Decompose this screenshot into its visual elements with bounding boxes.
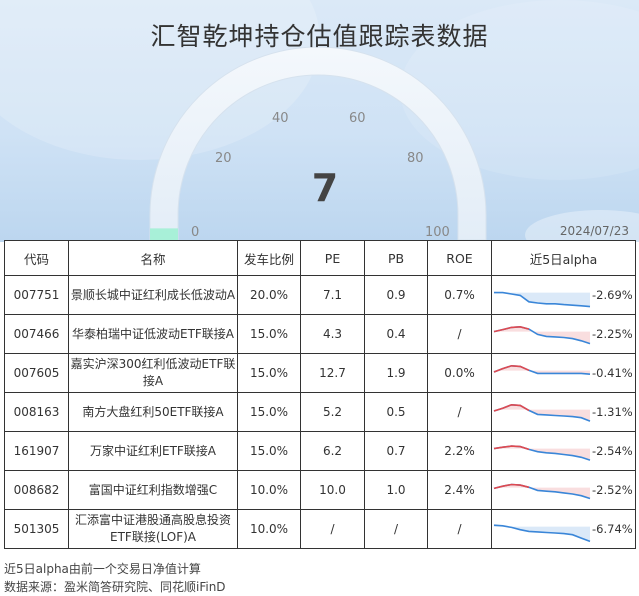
- cell-alpha: -1.31%: [491, 392, 636, 432]
- cell-ratio: 10.0%: [237, 470, 301, 510]
- header-name: 名称: [68, 240, 238, 276]
- cell-roe: 2.2%: [427, 431, 492, 471]
- alpha-sparkline: [493, 364, 591, 375]
- gauge-fill: [150, 228, 178, 240]
- cell-ratio: 15.0%: [237, 314, 301, 354]
- cell-pe: 4.3: [300, 314, 365, 354]
- table-row: 008163 南方大盘红利50ETF联接A 15.0% 5.2 0.5/ -1.31%: [4, 392, 636, 432]
- cell-code: 008163: [4, 392, 69, 432]
- cell-pb: 0.9: [364, 275, 428, 315]
- cell-code: 007605: [4, 353, 69, 393]
- cell-alpha: -2.54%: [491, 431, 636, 471]
- cell-pb: 1.9: [364, 353, 428, 393]
- cell-ratio: 15.0%: [237, 431, 301, 471]
- cell-code: 008682: [4, 470, 69, 510]
- cell-name: 嘉实沪深300红利低波动ETF联接A: [68, 353, 238, 393]
- gauge-panel: 汇智乾坤持仓估值跟踪表数据 0 20 40 60 80 100 7 2024/0…: [0, 0, 639, 242]
- data-source: 数据来源：盈米简答研究院、同花顺iFinD: [4, 580, 226, 594]
- cell-code: 007466: [4, 314, 69, 354]
- cell-roe: 0.0%: [427, 353, 492, 393]
- cell-code: 161907: [4, 431, 69, 471]
- date-label: 2024/07/23: [559, 224, 629, 238]
- table-row: 501305 汇添富中证港股通高股息投资ETF联接(LOF)A 10.0% / / / -6…: [4, 509, 636, 549]
- cell-name: 汇添富中证港股通高股息投资ETF联接(LOF)A: [68, 509, 238, 549]
- alpha-sparkline: [493, 483, 591, 500]
- footnote: 近5日alpha由前一个交易日净值计算: [4, 562, 201, 576]
- gauge-tick-20: 20: [215, 151, 232, 166]
- cell-code: 007751: [4, 275, 69, 315]
- gauge-tick-60: 60: [349, 111, 366, 126]
- alpha-value: -0.41%: [592, 366, 633, 380]
- cell-name: 南方大盘红利50ETF联接A: [68, 392, 238, 432]
- table-row: 161907 万家中证红利ETF联接A 15.0% 6.2 0.7 2.2% -2.54%: [4, 431, 636, 471]
- alpha-sparkline-area: [494, 292, 590, 307]
- cell-pb: 0.7: [364, 431, 428, 471]
- gauge-tick-80: 80: [407, 151, 424, 166]
- cell-alpha: -2.25%: [491, 314, 636, 354]
- cell-pe: 10.0: [300, 470, 365, 510]
- alpha-sparkline: [493, 403, 591, 422]
- header-alpha: 近5日alpha: [491, 240, 636, 276]
- cell-code: 501305: [4, 509, 69, 549]
- alpha-value: -2.52%: [592, 483, 633, 497]
- alpha-sparkline: [494, 291, 591, 308]
- header-pe: PE: [300, 240, 365, 276]
- cell-roe: 2.4%: [427, 470, 492, 510]
- gauge-tick-0: 0: [191, 225, 200, 240]
- cell-pe: /: [300, 509, 365, 549]
- header-roe: ROE: [427, 240, 492, 276]
- gauge-tick-40: 40: [272, 111, 289, 126]
- table-row: 007605 嘉实沪深300红利低波动ETF联接A 15.0% 12.7 1.9 0.0%…: [4, 353, 636, 393]
- table-header-row: 代码 名称 发车比例 PE PB ROE 近5日alpha: [4, 240, 636, 276]
- alpha-sparkline: [493, 524, 591, 543]
- cell-ratio: 20.0%: [237, 275, 301, 315]
- cell-name: 华泰柏瑞中证低波动ETF联接A: [68, 314, 238, 354]
- cell-alpha: -2.52%: [491, 470, 636, 510]
- cell-pe: 7.1: [300, 275, 365, 315]
- table-row: 007751 景顺长城中证红利成长低波动A 20.0% 7.1 0.9 0.7% -2.69…: [4, 275, 636, 315]
- header-ratio: 发车比例: [237, 240, 301, 276]
- cell-roe: 0.7%: [427, 275, 492, 315]
- cell-pe: 5.2: [300, 392, 365, 432]
- alpha-value: -2.54%: [592, 444, 633, 458]
- cell-pe: 6.2: [300, 431, 365, 471]
- header-pb: PB: [364, 240, 428, 276]
- gauge-value: 7: [311, 166, 339, 210]
- alpha-sparkline-area: [494, 446, 590, 461]
- cell-roe: /: [427, 392, 492, 432]
- table-row: 007466 华泰柏瑞中证低波动ETF联接A 15.0% 4.3 0.4/ -2.25%: [4, 314, 636, 354]
- alpha-value: -2.69%: [592, 288, 633, 302]
- gauge-tick-100: 100: [425, 225, 450, 240]
- alpha-value: -2.25%: [592, 327, 633, 341]
- cell-pb: /: [364, 509, 428, 549]
- alpha-sparkline: [493, 445, 591, 461]
- alpha-sparkline: [493, 325, 591, 345]
- cell-pe: 12.7: [300, 353, 365, 393]
- alpha-value: -1.31%: [592, 405, 633, 419]
- cell-roe: /: [427, 509, 492, 549]
- cell-ratio: 10.0%: [237, 509, 301, 549]
- header-code: 代码: [4, 240, 69, 276]
- cell-name: 万家中证红利ETF联接A: [68, 431, 238, 471]
- cell-name: 富国中证红利指数增强C: [68, 470, 238, 510]
- cell-pb: 1.0: [364, 470, 428, 510]
- cell-name: 景顺长城中证红利成长低波动A: [68, 275, 238, 315]
- cell-alpha: -0.41%: [491, 353, 636, 393]
- cell-pb: 0.4: [364, 314, 428, 354]
- cell-ratio: 15.0%: [237, 353, 301, 393]
- table-row: 008682 富国中证红利指数增强C 10.0% 10.0 1.0 2.4% -2.52%: [4, 470, 636, 510]
- page-title: 汇智乾坤持仓估值跟踪表数据: [150, 22, 489, 51]
- cell-alpha: -2.69%: [491, 275, 636, 315]
- cell-ratio: 15.0%: [237, 392, 301, 432]
- alpha-sparkline-area: [494, 404, 590, 422]
- alpha-value: -6.74%: [592, 522, 633, 536]
- cell-alpha: -6.74%: [491, 509, 636, 549]
- cell-pb: 0.5: [364, 392, 428, 432]
- cell-roe: /: [427, 314, 492, 354]
- fund-table: 代码 名称 发车比例 PE PB ROE 近5日alpha 007751 景顺长城…: [4, 240, 636, 549]
